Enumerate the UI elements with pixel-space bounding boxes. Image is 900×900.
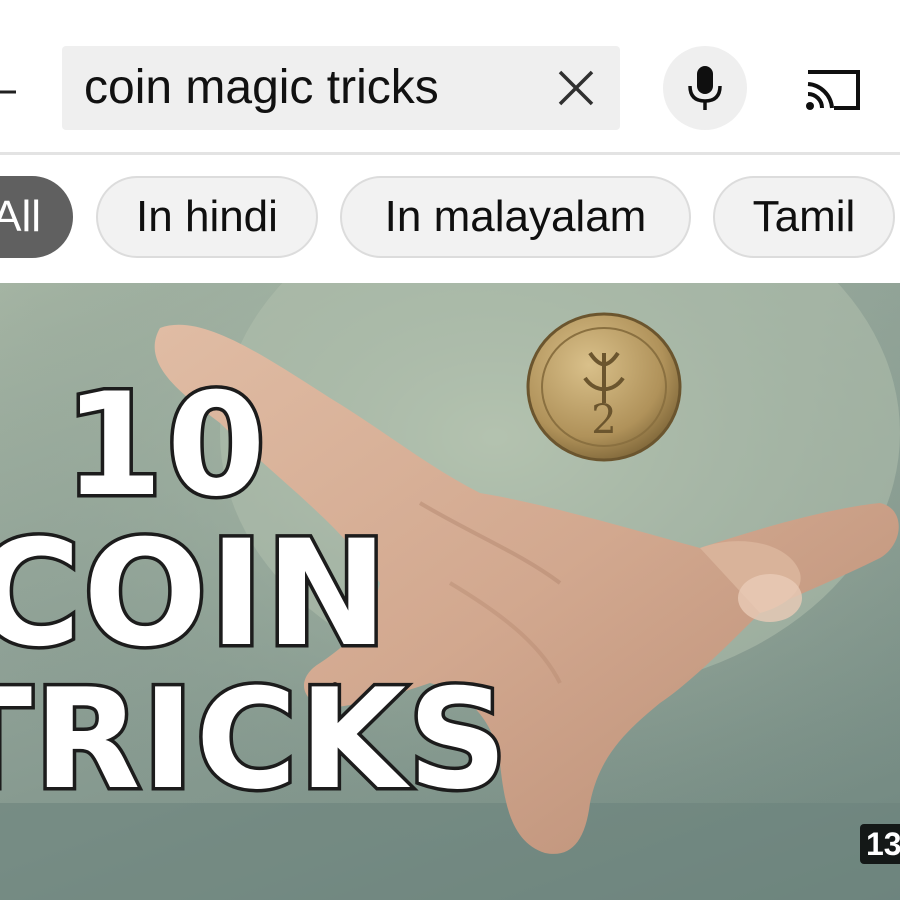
svg-text:2: 2 (591, 397, 616, 443)
video-thumbnail[interactable]: 2 10 COIN TRICKS 13 (0, 283, 900, 900)
thumbnail-title-line-1: 10 (61, 363, 270, 528)
chip-in-hindi[interactable]: In hindi (96, 176, 318, 258)
search-query-text: coin magic tricks (84, 61, 439, 114)
cast-icon[interactable] (802, 64, 862, 114)
close-icon[interactable] (556, 68, 596, 108)
chip-all[interactable]: All (0, 176, 73, 258)
search-header: coin magic tricks (0, 0, 900, 152)
thumbnail-title-line-2: COIN (0, 509, 391, 679)
header-divider (0, 152, 900, 155)
microphone-icon (688, 66, 722, 110)
thumbnail-title-line-3: TRICKS (0, 659, 511, 820)
video-duration-badge: 13 (860, 824, 900, 864)
youtube-search-screen: coin magic tricks All In hindi In malaya… (0, 0, 900, 900)
back-arrow-icon[interactable] (0, 72, 36, 112)
chip-in-malayalam[interactable]: In malayalam (340, 176, 691, 258)
filter-chips: All In hindi In malayalam Tamil (0, 176, 900, 262)
coin-illustration: 2 (526, 312, 682, 462)
search-input[interactable]: coin magic tricks (62, 46, 620, 130)
voice-search-button[interactable] (663, 46, 747, 130)
chip-tamil[interactable]: Tamil (713, 176, 895, 258)
